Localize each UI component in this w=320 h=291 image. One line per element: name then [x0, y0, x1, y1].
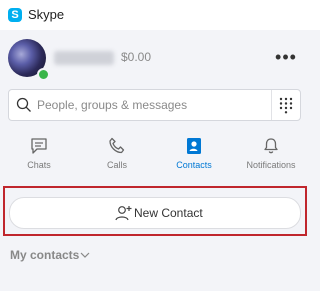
more-options-button[interactable]: ••• [274, 47, 298, 67]
search-input[interactable]: People, groups & messages [37, 98, 187, 112]
app-title: Skype [28, 7, 65, 22]
tab-calls[interactable]: Calls [85, 132, 149, 177]
search-divider [271, 90, 272, 120]
chevron-down-icon[interactable] [80, 250, 90, 260]
skype-window: S Skype $0.00 ••• People, groups & messa… [0, 0, 320, 291]
profile-header: $0.00 ••• [0, 30, 320, 88]
tab-calls-label: Calls [106, 160, 127, 170]
new-contact-label: New Contact [134, 206, 203, 220]
add-person-icon [115, 206, 132, 221]
new-contact-button[interactable]: New Contact [9, 197, 301, 229]
dialpad-icon[interactable] [277, 96, 295, 114]
skype-logo-icon: S [8, 8, 22, 22]
search-icon [16, 97, 31, 112]
search-box[interactable]: People, groups & messages [8, 89, 301, 121]
main-tabs: Chats Calls Contacts Notifications [0, 132, 320, 177]
profile-name-redacted[interactable] [54, 51, 114, 65]
my-contacts-header[interactable]: My contacts [10, 248, 79, 262]
tab-notifications-label: Notifications [246, 160, 296, 170]
tab-contacts[interactable]: Contacts [162, 132, 226, 177]
chat-icon [31, 138, 47, 154]
bell-icon [264, 138, 278, 154]
title-bar: S Skype [0, 0, 320, 30]
presence-online-icon [37, 68, 50, 81]
phone-icon [109, 137, 125, 154]
contacts-icon [187, 138, 201, 154]
tab-contacts-label: Contacts [176, 160, 212, 170]
tab-notifications[interactable]: Notifications [239, 132, 303, 177]
tab-chats-label: Chats [27, 160, 51, 170]
skype-credit-balance[interactable]: $0.00 [121, 50, 151, 64]
tab-chats[interactable]: Chats [7, 132, 71, 177]
